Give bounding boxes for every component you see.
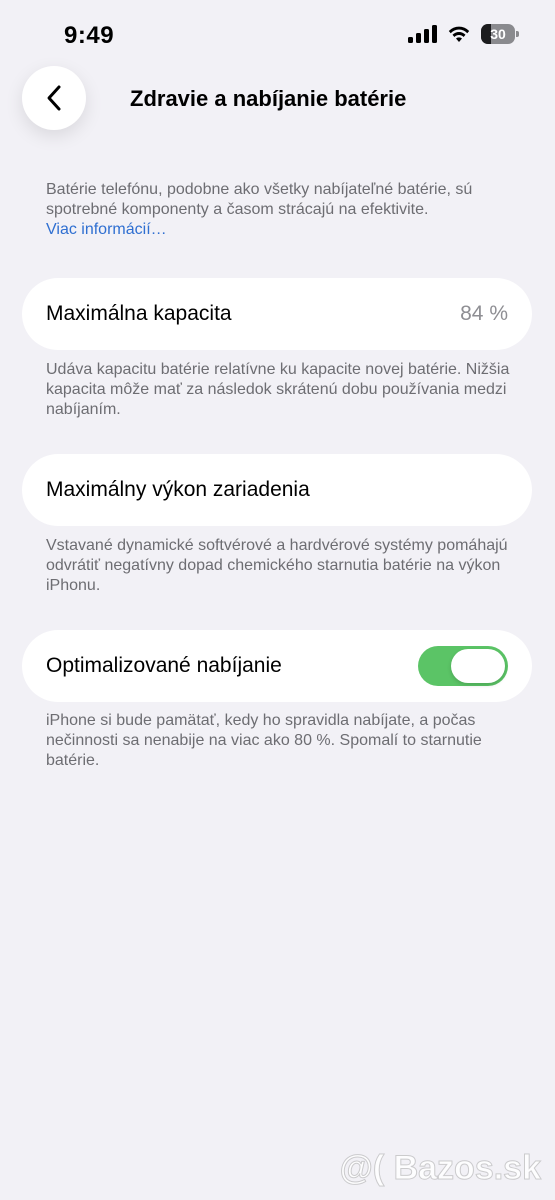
max-capacity-value: 84 % bbox=[460, 302, 508, 325]
cellular-signal-icon bbox=[408, 25, 437, 43]
peak-performance-label: Maximálny výkon zariadenia bbox=[46, 478, 310, 501]
more-info-link[interactable]: Viac informácií… bbox=[46, 220, 516, 240]
max-capacity-row: Maximálna kapacita 84 % bbox=[22, 278, 532, 350]
optimized-charging-note: iPhone si bude pamätať, kedy ho spravidl… bbox=[46, 712, 482, 769]
optimized-charging-toggle[interactable] bbox=[418, 646, 508, 686]
status-bar: 9:49 30 bbox=[0, 0, 555, 70]
wifi-icon bbox=[448, 26, 470, 42]
peak-performance-row: Maximálny výkon zariadenia bbox=[22, 454, 532, 526]
optimized-charging-row: Optimalizované nabíjanie bbox=[22, 630, 532, 702]
chevron-left-icon bbox=[47, 85, 61, 111]
max-capacity-label: Maximálna kapacita bbox=[46, 302, 232, 325]
intro-text-block: Batérie telefónu, podobne ako všetky nab… bbox=[46, 180, 516, 240]
peak-performance-note: Vstavané dynamické softvérové a hardvéro… bbox=[46, 537, 508, 594]
battery-level: 30 bbox=[490, 26, 506, 42]
optimized-charging-label: Optimalizované nabíjanie bbox=[46, 654, 282, 677]
back-button[interactable] bbox=[22, 66, 86, 130]
intro-text: Batérie telefónu, podobne ako všetky nab… bbox=[46, 181, 473, 218]
status-time: 9:49 bbox=[64, 22, 115, 49]
status-icons: 30 bbox=[408, 24, 519, 44]
page-title: Zdravie a nabíjanie batérie bbox=[130, 86, 407, 111]
toggle-knob bbox=[451, 649, 505, 683]
battery-icon: 30 bbox=[481, 24, 519, 44]
max-capacity-note: Udáva kapacitu batérie relatívne ku kapa… bbox=[46, 361, 510, 418]
watermark-logo: @( Bazos.sk bbox=[339, 1149, 541, 1188]
